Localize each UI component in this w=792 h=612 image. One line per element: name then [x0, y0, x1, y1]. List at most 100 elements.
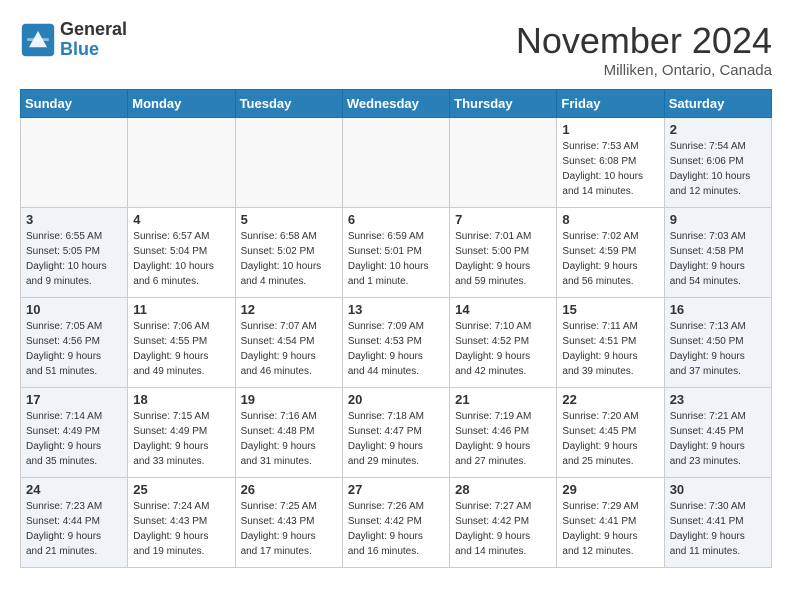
- logo-line2: Blue: [60, 40, 127, 60]
- calendar-cell: 26 Sunrise: 7:25 AM Sunset: 4:43 PM Dayli…: [235, 478, 342, 568]
- day-info: Sunrise: 7:13 AM Sunset: 4:50 PM Dayligh…: [670, 319, 766, 379]
- day-number: 22: [562, 392, 658, 407]
- day-number: 7: [455, 212, 551, 227]
- calendar-cell: 9Sunrise: 7:03 AM Sunset: 4:58 PM Daylig…: [664, 208, 771, 298]
- day-number: 28: [455, 482, 551, 497]
- calendar-cell: 8 Sunrise: 7:02 AM Sunset: 4:59 PM Daylig…: [557, 208, 664, 298]
- day-info: Sunrise: 7:19 AM Sunset: 4:46 PM Dayligh…: [455, 409, 551, 469]
- weekday-header: Friday: [557, 90, 664, 118]
- day-info: Sunrise: 7:03 AM Sunset: 4:58 PM Dayligh…: [670, 229, 766, 289]
- day-info: Sunrise: 7:27 AM Sunset: 4:42 PM Dayligh…: [455, 499, 551, 559]
- day-info: Sunrise: 7:18 AM Sunset: 4:47 PM Dayligh…: [348, 409, 444, 469]
- calendar-body: 1 Sunrise: 7:53 AM Sunset: 6:08 PM Daylig…: [21, 118, 772, 568]
- day-number: 13: [348, 302, 444, 317]
- weekday-header: Tuesday: [235, 90, 342, 118]
- day-number: 5: [241, 212, 337, 227]
- weekday-header: Saturday: [664, 90, 771, 118]
- calendar-cell: 15 Sunrise: 7:11 AM Sunset: 4:51 PM Dayli…: [557, 298, 664, 388]
- day-number: 23: [670, 392, 766, 407]
- day-info: Sunrise: 7:10 AM Sunset: 4:52 PM Dayligh…: [455, 319, 551, 379]
- logo-line1: General: [60, 20, 127, 40]
- day-info: Sunrise: 7:07 AM Sunset: 4:54 PM Dayligh…: [241, 319, 337, 379]
- calendar-cell: 17 Sunrise: 7:14 AM Sunset: 4:49 PM Dayli…: [21, 388, 128, 478]
- day-info: Sunrise: 7:21 AM Sunset: 4:45 PM Dayligh…: [670, 409, 766, 469]
- calendar-cell: [21, 118, 128, 208]
- calendar-cell: 27Sunrise: 7:26 AM Sunset: 4:42 PM Dayli…: [342, 478, 449, 568]
- calendar-cell: 22Sunrise: 7:20 AM Sunset: 4:45 PM Dayli…: [557, 388, 664, 478]
- calendar-cell: 11Sunrise: 7:06 AM Sunset: 4:55 PM Dayli…: [128, 298, 235, 388]
- day-info: Sunrise: 6:57 AM Sunset: 5:04 PM Dayligh…: [133, 229, 229, 289]
- day-info: Sunrise: 6:55 AM Sunset: 5:05 PM Dayligh…: [26, 229, 122, 289]
- day-info: Sunrise: 7:26 AM Sunset: 4:42 PM Dayligh…: [348, 499, 444, 559]
- calendar-cell: 20 Sunrise: 7:18 AM Sunset: 4:47 PM Dayli…: [342, 388, 449, 478]
- day-info: Sunrise: 7:14 AM Sunset: 4:49 PM Dayligh…: [26, 409, 122, 469]
- calendar-cell: 4 Sunrise: 6:57 AM Sunset: 5:04 PM Daylig…: [128, 208, 235, 298]
- day-number: 11: [133, 302, 229, 317]
- title-block: November 2024 Milliken, Ontario, Canada: [516, 20, 772, 79]
- calendar-cell: [450, 118, 557, 208]
- day-info: Sunrise: 7:05 AM Sunset: 4:56 PM Dayligh…: [26, 319, 122, 379]
- day-number: 16: [670, 302, 766, 317]
- day-number: 8: [562, 212, 658, 227]
- logo-text: General Blue: [60, 20, 127, 60]
- day-number: 14: [455, 302, 551, 317]
- page-header: General Blue November 2024 Milliken, Ont…: [20, 20, 772, 79]
- day-info: Sunrise: 7:01 AM Sunset: 5:00 PM Dayligh…: [455, 229, 551, 289]
- day-number: 29: [562, 482, 658, 497]
- day-number: 3: [26, 212, 122, 227]
- day-number: 2: [670, 122, 766, 137]
- calendar-cell: 13 Sunrise: 7:09 AM Sunset: 4:53 PM Dayli…: [342, 298, 449, 388]
- logo-icon: [20, 22, 56, 58]
- calendar-cell: 10Sunrise: 7:05 AM Sunset: 4:56 PM Dayli…: [21, 298, 128, 388]
- day-info: Sunrise: 6:58 AM Sunset: 5:02 PM Dayligh…: [241, 229, 337, 289]
- calendar-cell: 30 Sunrise: 7:30 AM Sunset: 4:41 PM Dayli…: [664, 478, 771, 568]
- day-number: 21: [455, 392, 551, 407]
- day-number: 17: [26, 392, 122, 407]
- calendar-cell: [342, 118, 449, 208]
- day-number: 4: [133, 212, 229, 227]
- calendar-cell: [128, 118, 235, 208]
- day-info: Sunrise: 7:09 AM Sunset: 4:53 PM Dayligh…: [348, 319, 444, 379]
- calendar-cell: 12 Sunrise: 7:07 AM Sunset: 4:54 PM Dayli…: [235, 298, 342, 388]
- weekday-header: Sunday: [21, 90, 128, 118]
- calendar-week-row: 17 Sunrise: 7:14 AM Sunset: 4:49 PM Dayli…: [21, 388, 772, 478]
- day-number: 18: [133, 392, 229, 407]
- day-info: Sunrise: 7:53 AM Sunset: 6:08 PM Dayligh…: [562, 139, 658, 199]
- calendar-cell: 7 Sunrise: 7:01 AM Sunset: 5:00 PM Daylig…: [450, 208, 557, 298]
- location: Milliken, Ontario, Canada: [516, 62, 772, 79]
- day-number: 25: [133, 482, 229, 497]
- calendar-cell: 19Sunrise: 7:16 AM Sunset: 4:48 PM Dayli…: [235, 388, 342, 478]
- calendar-cell: [235, 118, 342, 208]
- day-number: 12: [241, 302, 337, 317]
- day-info: Sunrise: 7:25 AM Sunset: 4:43 PM Dayligh…: [241, 499, 337, 559]
- calendar-cell: 21 Sunrise: 7:19 AM Sunset: 4:46 PM Dayli…: [450, 388, 557, 478]
- calendar-cell: 3 Sunrise: 6:55 AM Sunset: 5:05 PM Daylig…: [21, 208, 128, 298]
- weekday-header: Monday: [128, 90, 235, 118]
- calendar-header-row: SundayMondayTuesdayWednesdayThursdayFrid…: [21, 90, 772, 118]
- day-number: 30: [670, 482, 766, 497]
- calendar-cell: 1 Sunrise: 7:53 AM Sunset: 6:08 PM Daylig…: [557, 118, 664, 208]
- calendar-week-row: 10Sunrise: 7:05 AM Sunset: 4:56 PM Dayli…: [21, 298, 772, 388]
- calendar-table: SundayMondayTuesdayWednesdayThursdayFrid…: [20, 89, 772, 568]
- day-number: 20: [348, 392, 444, 407]
- calendar-cell: 5 Sunrise: 6:58 AM Sunset: 5:02 PM Daylig…: [235, 208, 342, 298]
- day-info: Sunrise: 7:15 AM Sunset: 4:49 PM Dayligh…: [133, 409, 229, 469]
- month-title: November 2024: [516, 20, 772, 62]
- day-number: 6: [348, 212, 444, 227]
- day-number: 15: [562, 302, 658, 317]
- day-number: 26: [241, 482, 337, 497]
- day-info: Sunrise: 7:16 AM Sunset: 4:48 PM Dayligh…: [241, 409, 337, 469]
- day-number: 1: [562, 122, 658, 137]
- day-info: Sunrise: 7:30 AM Sunset: 4:41 PM Dayligh…: [670, 499, 766, 559]
- logo: General Blue: [20, 20, 127, 60]
- day-info: Sunrise: 7:29 AM Sunset: 4:41 PM Dayligh…: [562, 499, 658, 559]
- calendar-cell: 29 Sunrise: 7:29 AM Sunset: 4:41 PM Dayli…: [557, 478, 664, 568]
- calendar-cell: 28 Sunrise: 7:27 AM Sunset: 4:42 PM Dayli…: [450, 478, 557, 568]
- day-info: Sunrise: 7:54 AM Sunset: 6:06 PM Dayligh…: [670, 139, 766, 199]
- day-number: 24: [26, 482, 122, 497]
- calendar-week-row: 1 Sunrise: 7:53 AM Sunset: 6:08 PM Daylig…: [21, 118, 772, 208]
- weekday-header: Thursday: [450, 90, 557, 118]
- day-info: Sunrise: 7:11 AM Sunset: 4:51 PM Dayligh…: [562, 319, 658, 379]
- calendar-cell: 6Sunrise: 6:59 AM Sunset: 5:01 PM Daylig…: [342, 208, 449, 298]
- day-info: Sunrise: 7:02 AM Sunset: 4:59 PM Dayligh…: [562, 229, 658, 289]
